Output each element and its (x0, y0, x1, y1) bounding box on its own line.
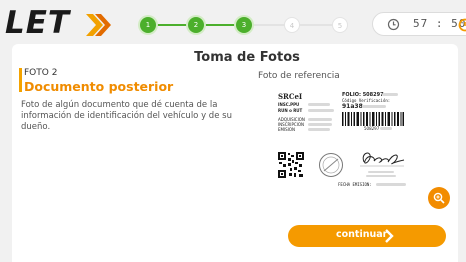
doc-redacted (368, 171, 394, 173)
signature-icon (360, 152, 405, 167)
doc-redacted (376, 183, 406, 186)
zoom-in-icon (433, 192, 445, 204)
page-title: Toma de Fotos (194, 50, 300, 65)
photo-number: FOTO 2 (24, 68, 58, 78)
clock-icon (387, 18, 400, 31)
photo-title: Documento posterior (24, 79, 174, 94)
step-1: 1 (140, 17, 156, 33)
doc-field-5: EMISION (278, 127, 296, 132)
qr-code-icon (278, 152, 304, 178)
doc-fecha-label: FECHA EMISION: (338, 182, 372, 187)
step-2: 2 (188, 17, 204, 33)
doc-redacted (362, 105, 386, 108)
doc-redacted (308, 103, 330, 106)
photo-description: Foto de algún documento que dé cuenta de… (21, 100, 232, 132)
doc-redacted (380, 127, 392, 130)
step-3: 3 (236, 17, 252, 33)
doc-redacted (382, 93, 398, 96)
reference-label: Foto de referencia (258, 71, 340, 81)
warning-icon (458, 18, 466, 32)
header: LET 1 2 3 4 5 57 : 50 (0, 0, 466, 44)
doc-redacted (308, 128, 330, 131)
stamp-seal-icon (319, 153, 343, 177)
chevron-right-icon (385, 229, 394, 243)
doc-redacted (308, 109, 334, 112)
continue-label: continuar (336, 229, 388, 240)
page: LET 1 2 3 4 5 57 : 50 Toma de Fotos FOTO… (0, 0, 466, 262)
step-5: 5 (332, 17, 348, 33)
step-4: 4 (284, 17, 300, 33)
barcode-icon (342, 112, 404, 126)
reference-document-image: SRCeI INSC.PPU RUN o RUT ADQUISICION INS… (278, 92, 438, 202)
logo: LET (5, 5, 71, 41)
doc-codigo-value: 91a38 (342, 103, 363, 110)
zoom-button[interactable] (428, 187, 450, 209)
doc-redacted (308, 118, 332, 121)
doc-field-1: INSC.PPU (278, 102, 300, 107)
doc-field-2: RUN o RUT (278, 108, 303, 113)
doc-redacted (366, 175, 396, 177)
progress-stepper: 1 2 3 4 5 (140, 16, 350, 34)
photo-card: Toma de Fotos FOTO 2 Documento posterior… (12, 44, 458, 262)
logo-chevron-icon (86, 14, 111, 36)
continue-button[interactable]: continuar (288, 225, 446, 247)
doc-org: SRCeI (278, 92, 303, 101)
doc-redacted (308, 123, 332, 126)
countdown-timer: 57 : 50 (372, 12, 466, 36)
doc-barcode-number: 508297 (364, 126, 380, 131)
photo-number-accent (19, 68, 22, 92)
